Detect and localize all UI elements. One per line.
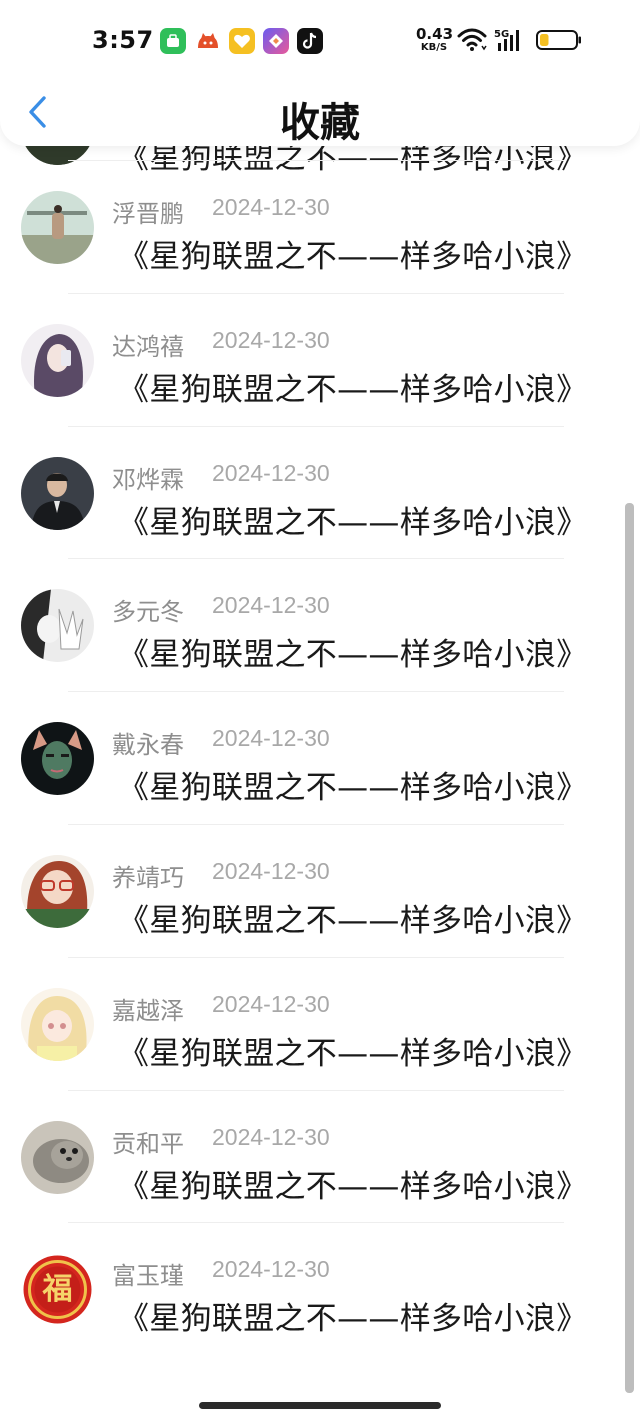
user-name: 多元冬 — [112, 598, 184, 627]
item-title: 《星狗联盟之不——样多哈小浪》 — [118, 504, 588, 541]
avatar: 福 — [21, 1253, 94, 1327]
item-title: 《星狗联盟之不——样多哈小浪》 — [118, 371, 588, 408]
avatar — [21, 854, 94, 928]
avatar — [21, 456, 94, 530]
user-name: 贡和平 — [112, 1129, 184, 1158]
user-name: 邓烨霖 — [112, 465, 184, 494]
item-title: 《星狗联盟之不——样多哈小浪》 — [118, 1035, 588, 1072]
avatar — [21, 987, 94, 1061]
list-item[interactable]: 养靖巧 2024-12-30 《星狗联盟之不——样多哈小浪》 — [0, 825, 640, 958]
item-title: 《星狗联盟之不——样多哈小浪》 — [118, 902, 588, 939]
list-item[interactable]: 嘉越泽 2024-12-30 《星狗联盟之不——样多哈小浪》 — [0, 958, 640, 1091]
page-title: 收藏 — [280, 100, 360, 146]
item-title: 《星狗联盟之不——样多哈小浪》 — [118, 1168, 588, 1205]
network-speed: 0.43 KB/S — [416, 25, 454, 54]
purple-app-icon — [263, 28, 289, 54]
network-speed-unit: KB/S — [420, 42, 448, 53]
list-item[interactable]: 达鸿禧 2024-12-30 《星狗联盟之不——样多哈小浪》 — [0, 294, 640, 427]
list-item[interactable]: 邓烨霖 2024-12-30 《星狗联盟之不——样多哈小浪》 — [0, 427, 640, 560]
avatar — [21, 323, 94, 397]
favorites-list: 《星狗联盟之不——样多哈小浪》 浮晋鹏 2024-12-30 《星狗联盟之不——… — [0, 92, 640, 1356]
cell-label: 5G — [494, 29, 509, 40]
avatar — [21, 722, 94, 796]
avatar — [21, 589, 94, 663]
scrollbar[interactable] — [625, 503, 634, 1393]
item-title: 《星狗联盟之不——样多哈小浪》 — [118, 637, 588, 674]
user-name: 浮晋鹏 — [112, 200, 184, 228]
item-date: 2024-12-30 — [212, 326, 330, 353]
green-app-icon — [160, 28, 186, 54]
nav-bar: 收藏 — [0, 80, 640, 146]
network-speed-value: 0.43 — [416, 25, 454, 43]
item-title: 《星狗联盟之不——样多哈小浪》 — [118, 1301, 588, 1338]
tiktok-icon — [297, 28, 323, 54]
user-name: 达鸿禧 — [112, 332, 184, 361]
list-item[interactable]: 浮晋鹏 2024-12-30 《星狗联盟之不——样多哈小浪》 — [0, 161, 640, 294]
user-name: 富玉瑾 — [112, 1262, 184, 1291]
item-title: 《星狗联盟之不——样多哈小浪》 — [118, 239, 588, 275]
status-bar: 3:57 0.43 KB/S 5G — [0, 0, 640, 80]
yellow-heart-app-icon — [229, 28, 255, 54]
list-item[interactable]: 戴永春 2024-12-30 《星狗联盟之不——样多哈小浪》 — [0, 692, 640, 825]
item-title: 《星狗联盟之不——样多哈小浪》 — [118, 770, 588, 807]
list-item[interactable]: 贡和平 2024-12-30 《星狗联盟之不——样多哈小浪》 — [0, 1091, 640, 1224]
item-date: 2024-12-30 — [212, 725, 330, 752]
home-indicator[interactable] — [199, 1402, 441, 1409]
avatar — [21, 191, 94, 264]
user-name: 戴永春 — [112, 731, 184, 760]
cellular-signal-icon: 5G — [494, 29, 519, 51]
svg-text:福: 福 — [42, 1272, 73, 1307]
item-date: 2024-12-30 — [212, 990, 330, 1017]
avatar — [21, 1120, 94, 1194]
wifi-icon — [457, 28, 487, 51]
clock: 3:57 — [92, 26, 154, 54]
battery-icon — [536, 30, 581, 50]
orange-cat-app-icon — [195, 28, 221, 54]
item-date: 2024-12-30 — [212, 1123, 330, 1150]
item-date: 2024-12-30 — [212, 1256, 330, 1283]
item-date: 2024-12-30 — [212, 857, 330, 884]
item-date: 2024-12-30 — [212, 592, 330, 619]
list-item[interactable]: 多元冬 2024-12-30 《星狗联盟之不——样多哈小浪》 — [0, 559, 640, 693]
list-item[interactable]: 福 富玉瑾 2024-12-30 《星狗联盟之不——样多哈小浪》 — [0, 1223, 640, 1356]
user-name: 嘉越泽 — [112, 996, 184, 1025]
item-date: 2024-12-30 — [212, 459, 330, 486]
header: 3:57 0.43 KB/S 5G 收藏 — [0, 0, 640, 146]
item-date: 2024-12-30 — [212, 194, 330, 220]
user-name: 养靖巧 — [112, 863, 184, 892]
